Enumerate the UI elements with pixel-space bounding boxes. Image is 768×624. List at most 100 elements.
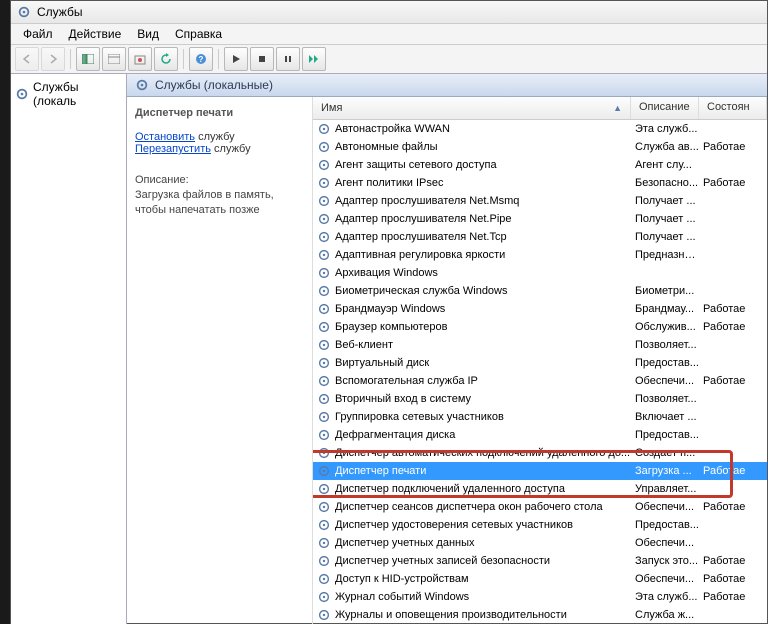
service-row[interactable]: Диспетчер учетных записей безопасностиЗа… [313,552,767,570]
service-row[interactable]: Браузер компьютеровОбслужив...Работае [313,318,767,336]
description-label: Описание: [135,173,304,188]
service-desc-cell: Безопасно... [631,177,699,189]
description-block: Описание: Загрузка файлов в память, чтоб… [135,173,304,218]
service-row[interactable]: Вторичный вход в системуПозволяет... [313,390,767,408]
service-desc-cell: Создает п... [631,447,699,459]
right-pane: Службы (локальные) Диспетчер печати Оста… [127,74,767,624]
service-desc-cell: Получает ... [631,213,699,225]
service-name-cell: Дефрагментация диска [313,428,631,442]
service-row[interactable]: Диспетчер подключений удаленного доступа… [313,480,767,498]
menu-action[interactable]: Действие [61,25,130,43]
tree-root[interactable]: Службы (локаль [13,78,124,110]
service-row[interactable]: Автонастройка WWANЭта служб... [313,120,767,138]
service-row[interactable]: Вспомогательная служба IPОбеспечи...Рабо… [313,372,767,390]
service-row[interactable]: Адаптер прослушивателя Net.MsmqПолучает … [313,192,767,210]
service-row[interactable]: Виртуальный дискПредостав... [313,354,767,372]
service-name-cell: Биометрическая служба Windows [313,284,631,298]
service-desc-cell: Загрузка ... [631,465,699,477]
service-row[interactable]: Веб-клиентПозволяет... [313,336,767,354]
service-desc-cell: Получает ... [631,195,699,207]
show-hide-tree-button[interactable] [76,47,100,71]
restart-button[interactable] [302,47,326,71]
service-row[interactable]: Диспетчер учетных данныхОбеспечи... [313,534,767,552]
menu-file[interactable]: Файл [15,25,61,43]
service-row[interactable]: Журнал событий WindowsЭта служб...Работа… [313,588,767,606]
service-row[interactable]: Архивация Windows [313,264,767,282]
service-name-cell: Группировка сетевых участников [313,410,631,424]
service-state-cell: Работае [699,375,767,387]
tree-root-label: Службы (локаль [33,80,122,108]
forward-button[interactable] [41,47,65,71]
service-row[interactable]: Агент политики IPsecБезопасно...Работае [313,174,767,192]
svg-text:?: ? [199,55,204,64]
service-row[interactable]: Группировка сетевых участниковВключает .… [313,408,767,426]
service-row[interactable]: Диспетчер сеансов диспетчера окон рабоче… [313,498,767,516]
service-row[interactable]: Агент защиты сетевого доступаАгент слу..… [313,156,767,174]
service-state-cell: Работае [699,303,767,315]
service-desc-cell: Обеспечи... [631,573,699,585]
column-state[interactable]: Состоян [699,97,767,119]
service-name-cell: Архивация Windows [313,266,631,280]
menu-help[interactable]: Справка [167,25,230,43]
export-button[interactable] [128,47,152,71]
service-row[interactable]: Доступ к HID-устройствамОбеспечи...Работ… [313,570,767,588]
service-desc-cell: Запуск это... [631,555,699,567]
service-name-cell: Автономные файлы [313,140,631,154]
service-name-cell: Виртуальный диск [313,356,631,370]
content: Диспетчер печати Остановить службу Перез… [127,97,767,624]
detail-pane: Диспетчер печати Остановить службу Перез… [127,97,313,624]
service-name-cell: Адаптивная регулировка яркости [313,248,631,262]
service-name-cell: Диспетчер удостоверения сетевых участник… [313,518,631,532]
service-desc-cell: Обеспечи... [631,375,699,387]
service-row[interactable]: Брандмауэр WindowsБрандмау...Работае [313,300,767,318]
sort-asc-icon: ▲ [613,103,622,113]
column-name[interactable]: Имя ▲ [313,97,631,119]
service-row[interactable]: Адаптер прослушивателя Net.PipeПолучает … [313,210,767,228]
help-button[interactable]: ? [189,47,213,71]
toolbar: ? [11,45,767,74]
service-name-cell: Агент политики IPsec [313,176,631,190]
service-row[interactable]: Адаптивная регулировка яркостиПредназна.… [313,246,767,264]
properties-button[interactable] [102,47,126,71]
service-name-cell: Автонастройка WWAN [313,122,631,136]
column-description[interactable]: Описание [631,97,699,119]
service-name-cell: Диспетчер печати [313,464,631,478]
service-row[interactable]: Журналы и оповещения производительностиС… [313,606,767,624]
service-name-cell: Адаптер прослушивателя Net.Tcp [313,230,631,244]
service-row[interactable]: Диспетчер автоматических подключений уда… [313,444,767,462]
tree-pane[interactable]: Службы (локаль [11,74,127,624]
back-button[interactable] [15,47,39,71]
list-body[interactable]: Автонастройка WWANЭта служб...Автономные… [313,120,767,624]
service-desc-cell: Биометри... [631,285,699,297]
title-bar[interactable]: Службы [11,1,767,24]
service-desc-cell: Обслужив... [631,321,699,333]
service-desc-cell: Управляет... [631,483,699,495]
service-name-cell: Агент защиты сетевого доступа [313,158,631,172]
service-name-cell: Диспетчер автоматических подключений уда… [313,446,631,460]
service-row[interactable]: Автономные файлыСлужба ав...Работае [313,138,767,156]
restart-link[interactable]: Перезапустить [135,143,211,155]
stop-button[interactable] [250,47,274,71]
service-row[interactable]: Адаптер прослушивателя Net.TcpПолучает .… [313,228,767,246]
app-icon [17,5,31,19]
refresh-button[interactable] [154,47,178,71]
service-name-cell: Браузер компьютеров [313,320,631,334]
service-name-cell: Вспомогательная служба IP [313,374,631,388]
service-desc-cell: Предостав... [631,357,699,369]
stop-link[interactable]: Остановить [135,131,195,143]
service-desc-cell: Позволяет... [631,393,699,405]
pause-button[interactable] [276,47,300,71]
service-name-cell: Брандмауэр Windows [313,302,631,316]
service-row[interactable]: Диспетчер печатиЗагрузка ...Работае [313,462,767,480]
service-desc-cell: Эта служб... [631,591,699,603]
service-desc-cell: Позволяет... [631,339,699,351]
service-name-cell: Журнал событий Windows [313,590,631,604]
service-row[interactable]: Дефрагментация дискаПредостав... [313,426,767,444]
start-button[interactable] [224,47,248,71]
service-row[interactable]: Биометрическая служба WindowsБиометри... [313,282,767,300]
view-header-label: Службы (локальные) [155,78,273,92]
menu-view[interactable]: Вид [129,25,167,43]
service-row[interactable]: Диспетчер удостоверения сетевых участник… [313,516,767,534]
service-desc-cell: Эта служб... [631,123,699,135]
service-desc-cell: Служба ж... [631,609,699,621]
